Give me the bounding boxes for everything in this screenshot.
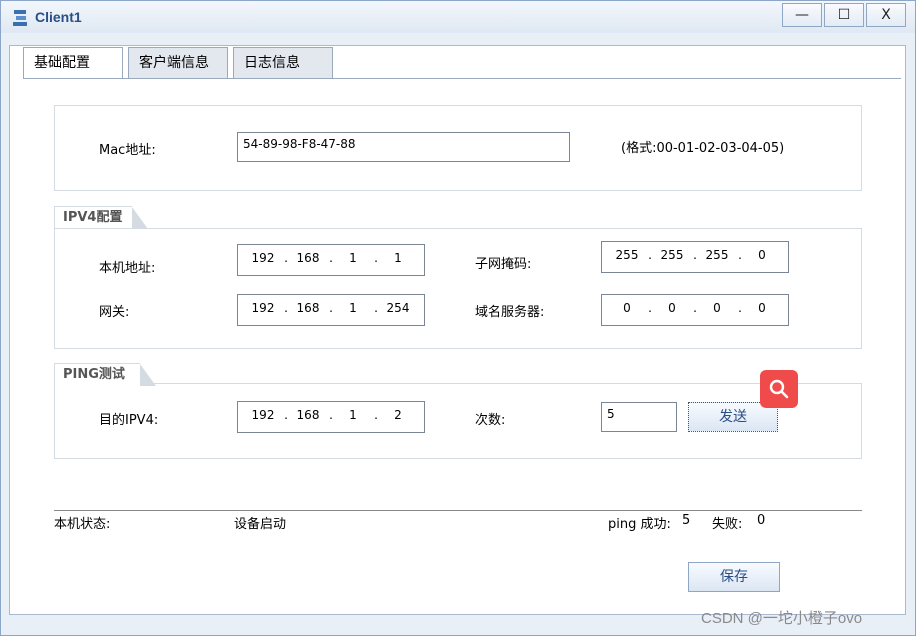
- dns-server-label: 域名服务器:: [475, 305, 545, 320]
- ip-octet: 168: [296, 301, 320, 315]
- ip-octet: 0: [713, 301, 721, 315]
- ip-octet: 1: [349, 301, 357, 315]
- ip-dot: .: [738, 248, 742, 262]
- ip-octet: 255: [615, 248, 639, 262]
- gateway-label: 网关:: [99, 305, 130, 320]
- minimize-button[interactable]: —: [782, 3, 822, 27]
- ip-dot: .: [329, 408, 333, 422]
- maximize-button[interactable]: ☐: [824, 3, 864, 27]
- ping-fail-label: 失败:: [712, 517, 743, 532]
- mac-label: Mac地址:: [99, 143, 156, 158]
- ip-octet: 255: [705, 248, 729, 262]
- ip-dot: .: [329, 251, 333, 265]
- ip-dot: .: [648, 301, 652, 315]
- ip-dot: .: [329, 301, 333, 315]
- mac-input[interactable]: 54-89-98-F8-47-88: [237, 132, 570, 162]
- ping-success-value: 5: [682, 513, 691, 528]
- window-title: Client1: [35, 9, 82, 25]
- dest-ipv4-input[interactable]: 192 . 168 . 1 . 2: [237, 401, 425, 433]
- tab-divider: [23, 78, 901, 79]
- ip-octet: 168: [296, 408, 320, 422]
- status-label: 本机状态:: [54, 517, 111, 532]
- count-label: 次数:: [475, 413, 506, 428]
- ip-dot: .: [284, 301, 288, 315]
- tab-log-info[interactable]: 日志信息: [233, 47, 333, 78]
- ping-fail-value: 0: [757, 513, 766, 528]
- ip-octet: 192: [251, 251, 275, 265]
- ipv4-section-title: IPV4配置: [54, 206, 148, 229]
- tab-client-info[interactable]: 客户端信息: [128, 47, 228, 78]
- save-button[interactable]: 保存: [688, 562, 780, 592]
- ip-octet: 0: [758, 248, 766, 262]
- tab-basic-config[interactable]: 基础配置: [23, 47, 123, 79]
- local-address-input[interactable]: 192 . 168 . 1 . 1: [237, 244, 425, 276]
- ping-success-label: ping 成功:: [608, 517, 671, 532]
- subnet-mask-label: 子网掩码:: [475, 257, 532, 272]
- ip-octet: 0: [668, 301, 676, 315]
- search-icon-glyph: [769, 379, 789, 399]
- mac-format-hint: (格式:00-01-02-03-04-05): [621, 141, 785, 156]
- ip-dot: .: [374, 301, 378, 315]
- close-button[interactable]: X: [866, 3, 906, 27]
- count-input[interactable]: 5: [601, 402, 677, 432]
- ip-dot: .: [284, 251, 288, 265]
- local-address-label: 本机地址:: [99, 261, 156, 276]
- ip-dot: .: [693, 301, 697, 315]
- gateway-input[interactable]: 192 . 168 . 1 . 254: [237, 294, 425, 326]
- ip-octet: 255: [660, 248, 684, 262]
- search-icon[interactable]: [760, 370, 798, 408]
- client-window: Client1 — ☐ X 基础配置 客户端信息 日志信息 Mac地址: 54-…: [0, 0, 916, 636]
- ip-octet: 1: [394, 251, 402, 265]
- ip-octet: 1: [349, 251, 357, 265]
- ip-dot: .: [693, 248, 697, 262]
- ip-octet: 1: [349, 408, 357, 422]
- dest-ipv4-label: 目的IPV4:: [99, 413, 159, 428]
- ip-dot: .: [648, 248, 652, 262]
- ip-octet: 192: [251, 301, 275, 315]
- status-value: 设备启动: [234, 517, 287, 532]
- title-bar[interactable]: Client1 — ☐ X: [1, 1, 915, 33]
- ip-octet: 0: [758, 301, 766, 315]
- ping-section-title: PING测试: [54, 363, 156, 386]
- subnet-mask-input[interactable]: 255 . 255 . 255 . 0: [601, 241, 789, 273]
- status-divider: [54, 510, 862, 511]
- ip-octet: 168: [296, 251, 320, 265]
- watermark: CSDN @一坨小橙子ovo: [701, 610, 863, 627]
- ip-dot: .: [284, 408, 288, 422]
- ip-dot: .: [374, 408, 378, 422]
- ip-dot: .: [374, 251, 378, 265]
- ip-octet: 0: [623, 301, 631, 315]
- network-client-icon: [13, 10, 27, 26]
- dns-server-input[interactable]: 0 . 0 . 0 . 0: [601, 294, 789, 326]
- ip-octet: 254: [386, 301, 410, 315]
- ip-dot: .: [738, 301, 742, 315]
- ip-octet: 2: [394, 408, 402, 422]
- ip-octet: 192: [251, 408, 275, 422]
